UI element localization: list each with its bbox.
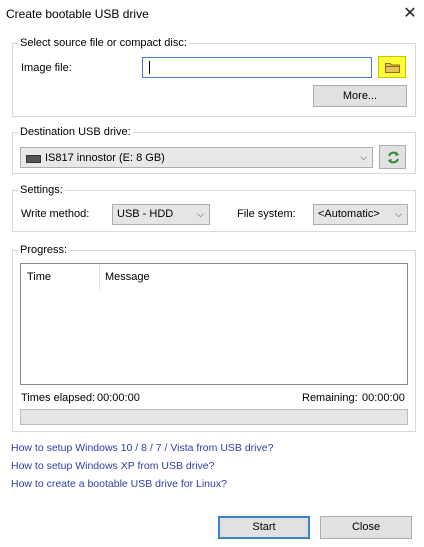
write-method-value: USB - HDD: [117, 208, 174, 220]
destination-drive-select[interactable]: IS817 innostor (E: 8 GB) ⌵: [20, 147, 373, 168]
close-icon[interactable]: ✕: [400, 4, 420, 24]
link-linux[interactable]: How to create a bootable USB drive for L…: [11, 478, 227, 490]
refresh-icon: [386, 150, 401, 172]
browse-button[interactable]: [378, 56, 406, 78]
link-windows-xp[interactable]: How to setup Windows XP from USB drive?: [11, 460, 214, 472]
close-button[interactable]: Close: [320, 516, 412, 539]
link-windows-vista[interactable]: How to setup Windows 10 / 8 / 7 / Vista …: [11, 442, 273, 454]
progress-bar: [20, 409, 408, 425]
write-method-select[interactable]: USB - HDD ⌵: [112, 204, 210, 225]
settings-legend: Settings:: [18, 184, 65, 196]
file-system-label: File system:: [237, 208, 296, 220]
remaining-label: Remaining:: [302, 392, 358, 404]
source-legend: Select source file or compact disc:: [18, 37, 189, 49]
elapsed-label: Times elapsed:: [21, 392, 96, 404]
image-file-label: Image file:: [21, 62, 72, 74]
write-method-label: Write method:: [21, 208, 90, 220]
file-system-select[interactable]: <Automatic> ⌵: [313, 204, 408, 225]
more-button[interactable]: More...: [313, 85, 407, 107]
progress-legend: Progress:: [18, 244, 70, 256]
destination-drive-value: IS817 innostor (E: 8 GB): [45, 152, 165, 164]
image-file-input[interactable]: [142, 57, 372, 78]
destination-legend: Destination USB drive:: [18, 126, 133, 138]
text-cursor: [149, 61, 150, 74]
column-header-time[interactable]: Time: [21, 264, 100, 290]
elapsed-value: 00:00:00: [97, 392, 140, 404]
start-button[interactable]: Start: [218, 516, 310, 539]
progress-log-list[interactable]: Time Message: [20, 263, 408, 385]
chevron-down-icon: ⌵: [395, 209, 402, 219]
usb-drive-icon: [26, 155, 41, 163]
folder-icon: [385, 62, 400, 76]
chevron-down-icon: ⌵: [360, 152, 367, 162]
remaining-value: 00:00:00: [362, 392, 405, 404]
refresh-button[interactable]: [379, 145, 406, 169]
file-system-value: <Automatic>: [318, 208, 380, 220]
column-header-message[interactable]: Message: [100, 264, 407, 290]
window-title: Create bootable USB drive: [6, 7, 149, 21]
chevron-down-icon: ⌵: [197, 209, 204, 219]
